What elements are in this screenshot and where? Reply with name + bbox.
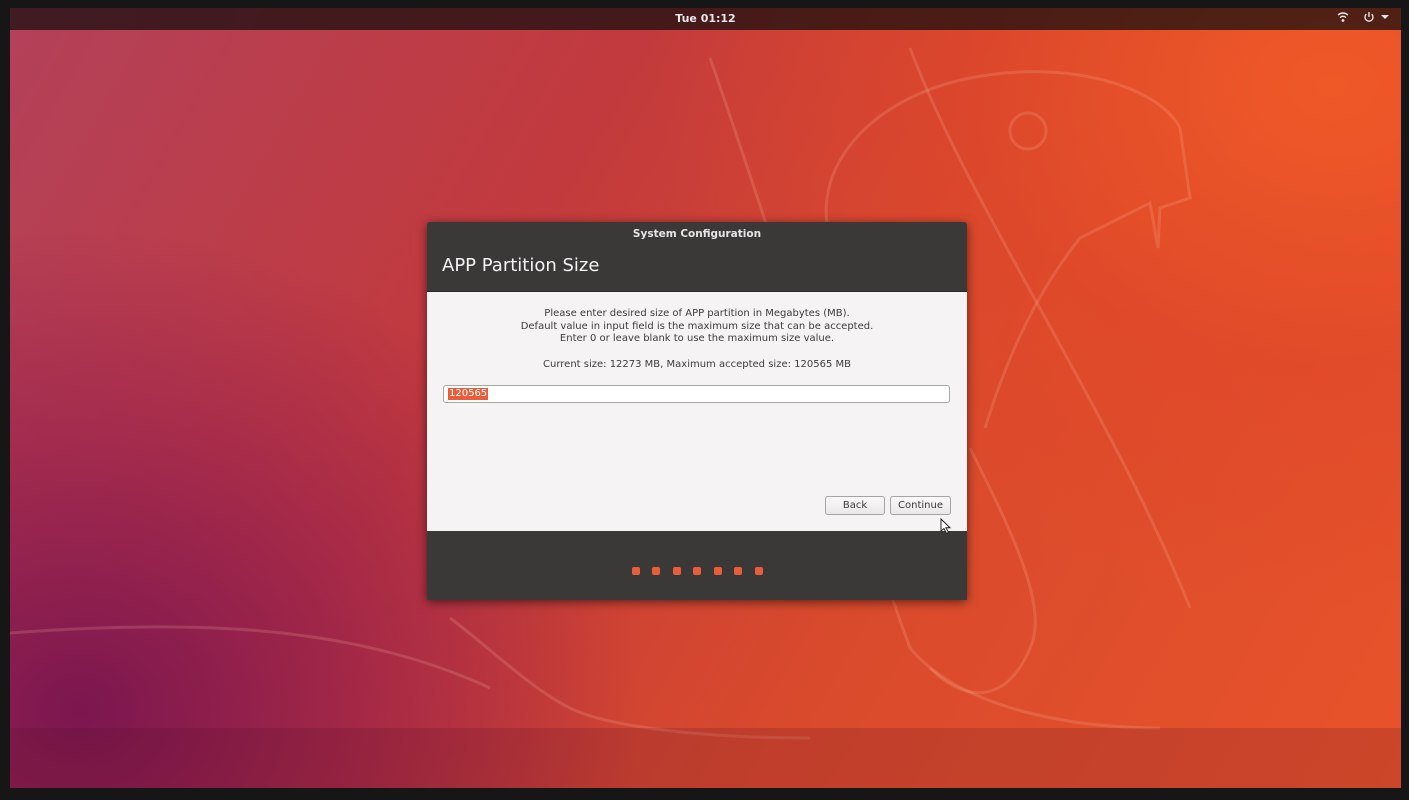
progress-step-dot [652, 567, 660, 575]
progress-step-dot [631, 567, 640, 575]
continue-button[interactable]: Continue [890, 496, 951, 515]
progress-step-dot [693, 567, 701, 575]
instruction-line: Enter 0 or leave blank to use the maximu… [559, 333, 835, 344]
page-title: APP Partition Size [442, 255, 600, 276]
progress-step-dot [754, 567, 763, 575]
top-panel: Tue 01:12 [10, 8, 1401, 30]
size-info: Current size: 12273 MB, Maximum accepted… [543, 359, 851, 370]
system-configuration-dialog: System Configuration APP Partition Size … [427, 222, 967, 600]
power-icon[interactable] [1363, 11, 1389, 23]
progress-step-dot [713, 567, 722, 575]
network-icon[interactable] [1337, 11, 1349, 23]
partition-size-value[interactable]: 120565 [448, 388, 489, 400]
system-tray[interactable] [1337, 11, 1389, 23]
instruction-line: Default value in input field is the maxi… [520, 320, 874, 332]
window-title[interactable]: System Configuration [427, 222, 967, 244]
progress-step-dot [734, 567, 742, 575]
chevron-down-icon[interactable] [1381, 14, 1389, 20]
back-button[interactable]: Back [825, 496, 885, 515]
instructions: Please enter desired size of APP partiti… [427, 308, 967, 346]
clock[interactable]: Tue 01:12 [10, 12, 1401, 25]
dialog-content: Please enter desired size of APP partiti… [427, 291, 967, 531]
progress-step-dot [672, 567, 681, 575]
partition-size-input[interactable]: 120565 [443, 385, 950, 403]
progress-dots [427, 567, 967, 575]
mouse-pointer-icon [940, 518, 952, 535]
instruction-line: Please enter desired size of APP partiti… [544, 308, 850, 319]
